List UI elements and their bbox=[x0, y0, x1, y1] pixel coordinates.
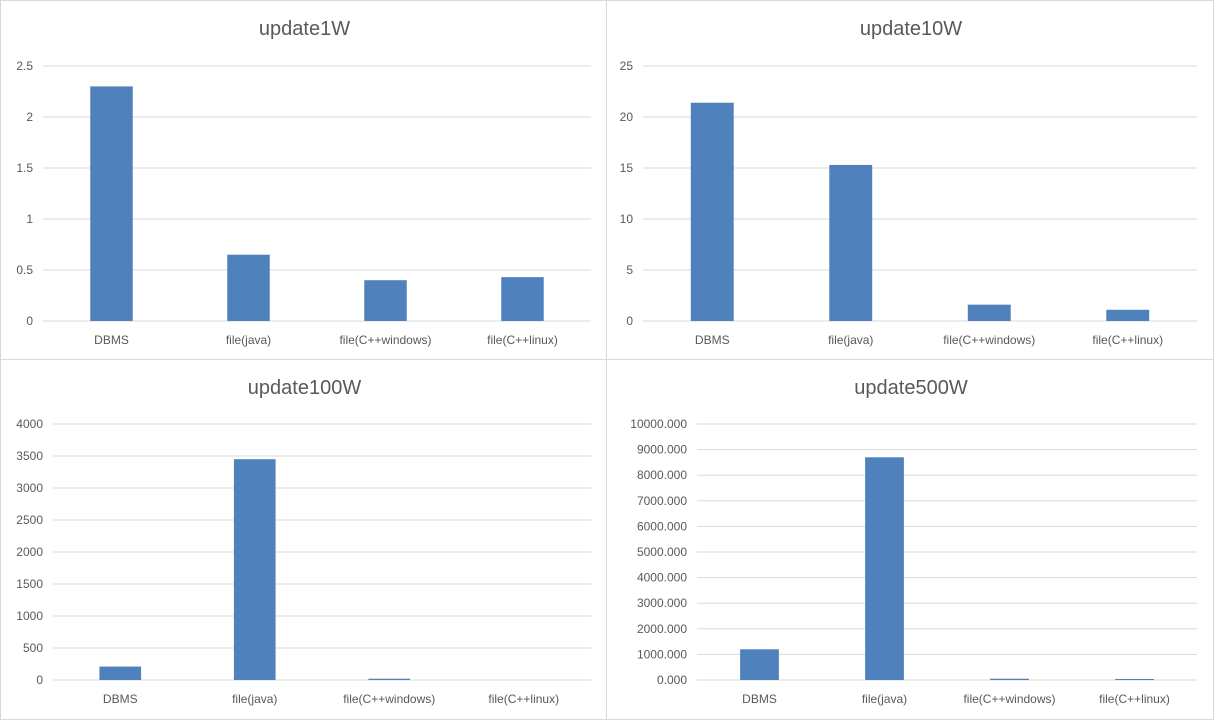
chart-panel-update100w: update100W 0 500 1000 1500 2000 2500 3000 3500 40… bbox=[0, 359, 607, 720]
x-category-label: file(java) bbox=[862, 692, 907, 706]
x-category-label: file(C++windows) bbox=[339, 333, 431, 347]
bar bbox=[740, 649, 779, 680]
y-tick-label: 20 bbox=[620, 110, 634, 124]
y-tick-label: 1000.000 bbox=[637, 647, 687, 661]
y-tick-label: 6000.000 bbox=[637, 519, 687, 533]
bar-chart: update1W 0 0.5 1 1.5 2 2.5 DBMS file(java) file(C… bbox=[16, 18, 591, 347]
y-tick-label: 2.5 bbox=[16, 59, 33, 73]
y-tick-label: 2000.000 bbox=[637, 622, 687, 636]
x-category-label: file(C++windows) bbox=[943, 333, 1035, 347]
chart-panel-update500w: update500W 0.000 1000.000 2000.000 3000.000 4… bbox=[606, 359, 1214, 720]
bar bbox=[233, 459, 276, 680]
chart-title: update1W bbox=[259, 18, 350, 40]
x-category-label: file(C++linux) bbox=[488, 692, 559, 706]
x-category-label: DBMS bbox=[94, 333, 129, 347]
y-tick-label: 4000.000 bbox=[637, 571, 687, 585]
x-category-label: file(C++linux) bbox=[1092, 333, 1163, 347]
y-tick-label: 15 bbox=[620, 161, 634, 175]
bar bbox=[967, 304, 1011, 321]
y-tick-label: 3000 bbox=[16, 481, 43, 495]
y-tick-label: 2000 bbox=[16, 545, 43, 559]
x-category-label: DBMS bbox=[695, 333, 730, 347]
x-category-label: file(C++linux) bbox=[487, 333, 558, 347]
y-tick-label: 10000.000 bbox=[630, 417, 687, 431]
y-tick-label: 2 bbox=[26, 110, 33, 124]
y-tick-label: 9000.000 bbox=[637, 443, 687, 457]
bar bbox=[865, 457, 904, 680]
x-category-label: file(C++linux) bbox=[1099, 692, 1170, 706]
x-category-label: file(java) bbox=[226, 333, 271, 347]
y-tick-label: 1 bbox=[26, 212, 33, 226]
y-tick-label: 3500 bbox=[16, 449, 43, 463]
x-category-label: file(C++windows) bbox=[343, 692, 435, 706]
y-tick-label: 5000.000 bbox=[637, 545, 687, 559]
y-tick-label: 0 bbox=[626, 314, 633, 328]
y-tick-label: 0.000 bbox=[657, 673, 687, 687]
x-category-label: DBMS bbox=[103, 692, 138, 706]
x-category-label: file(C++windows) bbox=[963, 692, 1055, 706]
bar bbox=[990, 678, 1029, 680]
y-tick-label: 1.5 bbox=[16, 161, 33, 175]
y-tick-label: 8000.000 bbox=[637, 468, 687, 482]
y-tick-label: 7000.000 bbox=[637, 494, 687, 508]
y-tick-label: 3000.000 bbox=[637, 596, 687, 610]
y-tick-label: 25 bbox=[620, 59, 634, 73]
bar bbox=[1115, 678, 1154, 680]
x-category-label: file(java) bbox=[232, 692, 277, 706]
bar bbox=[690, 102, 734, 321]
bar bbox=[501, 277, 544, 321]
y-tick-label: 0.5 bbox=[16, 263, 33, 277]
chart-panel-update10w: update10W 0 5 10 15 20 25 DBMS file(java) file(C+… bbox=[606, 0, 1214, 360]
chart-title: update100W bbox=[248, 377, 362, 399]
y-tick-label: 0 bbox=[36, 673, 43, 687]
chart-title: update10W bbox=[860, 18, 962, 40]
bar-chart: update10W 0 5 10 15 20 25 DBMS file(java) file(C+… bbox=[620, 18, 1197, 347]
bar bbox=[829, 164, 873, 321]
bar bbox=[368, 678, 411, 680]
y-tick-label: 0 bbox=[26, 314, 33, 328]
bar bbox=[1106, 309, 1150, 321]
chart-panel-update1w: update1W 0 0.5 1 1.5 2 2.5 DBMS file(java) file(C… bbox=[0, 0, 607, 360]
bar-chart: update500W 0.000 1000.000 2000.000 3000.000 4… bbox=[630, 377, 1197, 706]
y-tick-label: 500 bbox=[23, 641, 43, 655]
y-tick-label: 1000 bbox=[16, 609, 43, 623]
y-tick-label: 2500 bbox=[16, 513, 43, 527]
y-tick-label: 1500 bbox=[16, 577, 43, 591]
bar bbox=[227, 254, 270, 321]
bar bbox=[90, 86, 133, 322]
chart-title: update500W bbox=[854, 377, 968, 399]
y-tick-label: 4000 bbox=[16, 417, 43, 431]
x-category-label: DBMS bbox=[742, 692, 777, 706]
bar-chart: update100W 0 500 1000 1500 2000 2500 3000 3500 40… bbox=[16, 377, 591, 706]
y-tick-label: 5 bbox=[626, 263, 633, 277]
x-category-label: file(java) bbox=[828, 333, 873, 347]
bar bbox=[364, 280, 407, 321]
bar bbox=[99, 666, 142, 680]
y-tick-label: 10 bbox=[620, 212, 634, 226]
